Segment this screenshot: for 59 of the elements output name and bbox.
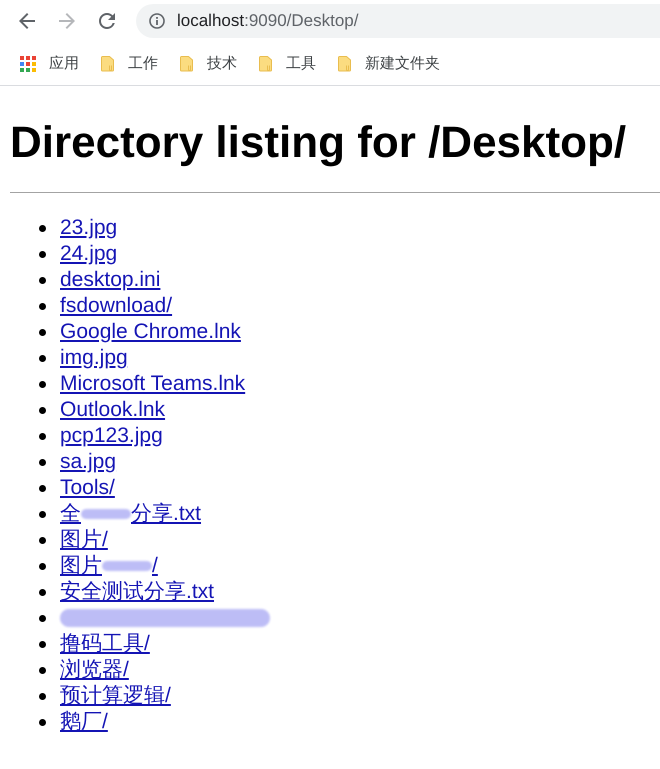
folder-icon xyxy=(338,55,352,72)
entry-link[interactable]: Outlook.lnk xyxy=(60,397,166,423)
entry-link[interactable]: Microsoft Teams.lnk xyxy=(60,371,246,397)
back-arrow-icon xyxy=(19,13,35,29)
bullet-icon xyxy=(39,458,46,466)
forward-arrow-icon xyxy=(59,13,75,29)
bullet-icon xyxy=(39,718,46,726)
info-icon[interactable] xyxy=(149,13,165,29)
bullet-icon xyxy=(39,692,46,700)
entry-link[interactable]: fsdownload/ xyxy=(60,293,172,319)
bookmark-button[interactable]: 工作 xyxy=(95,50,164,78)
bullet-icon xyxy=(39,354,46,362)
entry-link[interactable]: 安全测试分享.txt xyxy=(60,579,214,605)
entry-link[interactable]: 23.jpg xyxy=(60,215,118,241)
bullet-icon xyxy=(39,562,46,570)
entry-link[interactable]: img.jpg xyxy=(60,345,128,371)
entry-link[interactable]: 撸码工具/ xyxy=(60,631,150,657)
entry-link[interactable]: 浏览器/ xyxy=(60,657,129,683)
bullet-icon xyxy=(39,484,46,492)
bullet-icon xyxy=(39,510,46,518)
bullet-icon xyxy=(39,250,46,258)
bullet-icon xyxy=(39,666,46,674)
apps-grid-icon xyxy=(20,56,36,72)
bullet-icon xyxy=(39,432,46,440)
entry-link[interactable]: sa.jpg xyxy=(60,449,116,475)
entry-link[interactable]: 预计算逻辑/ xyxy=(60,683,171,709)
folder-icon xyxy=(180,55,194,72)
entry-link[interactable]: Tools/ xyxy=(60,475,115,501)
entry-link[interactable]: pcp123.jpg xyxy=(60,423,163,449)
bookmark-button[interactable]: 技术 xyxy=(174,50,243,78)
bullet-icon xyxy=(39,276,46,284)
bullet-icon xyxy=(39,380,46,388)
entry-link[interactable]: 全 xyxy=(60,501,81,527)
reload-icon xyxy=(99,13,115,29)
entry-link[interactable]: 24.jpg xyxy=(60,241,118,267)
bullet-icon xyxy=(39,406,46,414)
bullet-icon xyxy=(39,588,46,596)
entry-link[interactable]: Google Chrome.lnk xyxy=(60,319,241,345)
entry-link[interactable]: 图片 xyxy=(60,553,102,579)
folder-icon xyxy=(259,55,273,72)
bullet-icon xyxy=(39,328,46,336)
folder-icon xyxy=(101,55,115,72)
bullet-icon xyxy=(39,614,46,622)
entry-link[interactable]: / xyxy=(152,553,158,579)
address-bar[interactable]: localhost:9090/Desktop/ xyxy=(136,4,660,38)
bullet-icon xyxy=(39,224,46,232)
bookmark-button[interactable]: 应用 xyxy=(14,50,85,78)
entry-link[interactable]: desktop.ini xyxy=(60,267,160,293)
entry-link[interactable]: 图片/ xyxy=(60,527,108,553)
bullet-icon xyxy=(39,640,46,648)
redaction-mark xyxy=(81,509,131,519)
bullet-icon xyxy=(39,302,46,310)
page-heading: Directory listing for /Desktop/ xyxy=(10,118,626,168)
bookmark-button[interactable]: 新建文件夹 xyxy=(332,50,446,78)
entry-link[interactable]: 鹅厂/ xyxy=(60,709,108,735)
entry-link[interactable]: 分享.txt xyxy=(131,501,202,527)
redaction-mark xyxy=(102,561,152,571)
bookmark-button[interactable]: 工具 xyxy=(253,50,322,78)
bullet-icon xyxy=(39,536,46,544)
